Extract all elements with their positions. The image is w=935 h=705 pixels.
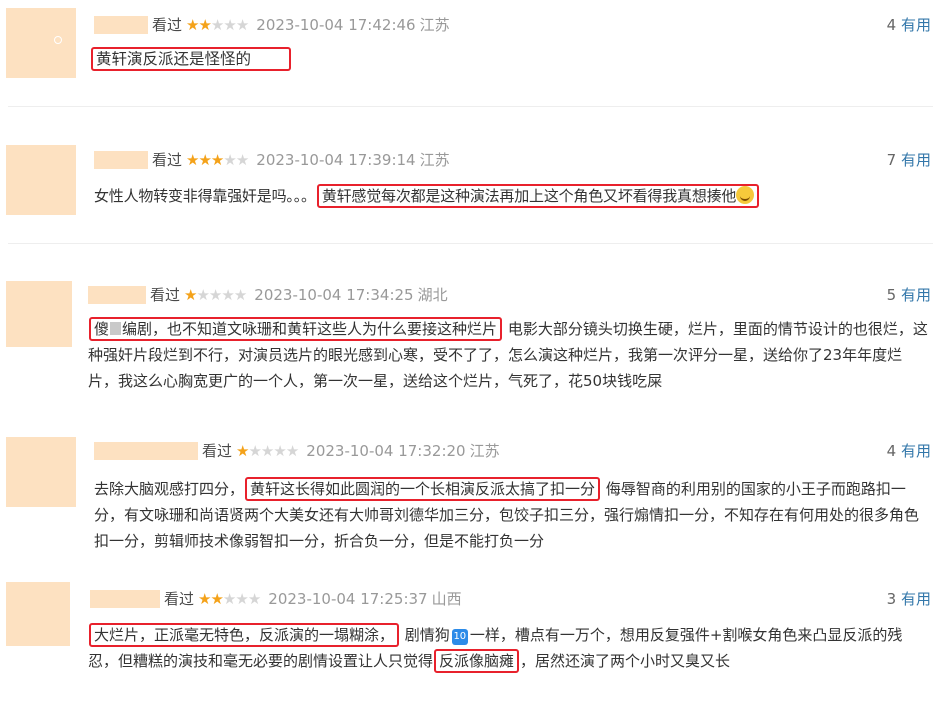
- highlighted-text-a: 傻: [94, 320, 110, 338]
- highlighted-text: 反派像脑瘫: [434, 649, 520, 673]
- watched-label: 看过: [152, 151, 183, 169]
- useful-count: 4: [886, 442, 897, 460]
- star-empty-icon: ★: [221, 286, 234, 304]
- star-empty-icon: ★: [248, 442, 261, 460]
- review-text: 去除大脑观感打四分， 黄轩这长得如此圆润的一个长相演反派太搞了扣一分 侮辱智商的利…: [94, 476, 932, 554]
- star-filled-icon: ★: [198, 151, 211, 169]
- highlighted-text: 傻编剧，也不知道文咏珊和黄轩这些人为什么要接这种烂片: [89, 317, 503, 341]
- star-empty-icon: ★: [196, 286, 209, 304]
- star-filled-icon: ★: [210, 590, 223, 608]
- useful-button[interactable]: 有用: [901, 16, 931, 34]
- useful-vote: 4 有用: [887, 14, 931, 36]
- star-filled-icon: ★: [198, 16, 211, 34]
- review-text-plain: 剧情狗: [404, 626, 450, 644]
- rating-stars: ★ ★ ★ ★ ★: [186, 149, 249, 171]
- watched-label: 看过: [152, 16, 183, 34]
- review-location: 山西: [431, 590, 462, 608]
- username-redacted[interactable]: [90, 590, 160, 608]
- star-empty-icon: ★: [222, 590, 236, 608]
- watched-label: 看过: [202, 442, 233, 460]
- review-text: 大烂片，正派毫无特色，反派演的一塌糊涂， 剧情狗 10 一样，槽点有一万个，想用反复…: [88, 622, 930, 674]
- review-time: 2023-10-04 17:39:14: [256, 151, 416, 169]
- star-empty-icon: ★: [210, 16, 224, 34]
- avatar-dot-icon: [54, 36, 62, 44]
- grinning-sweat-emoji-icon: [736, 186, 755, 204]
- review-location: 湖北: [417, 286, 448, 304]
- star-filled-icon: ★: [186, 16, 199, 34]
- watched-label: 看过: [150, 286, 181, 304]
- review-meta: 看过 ★ ★ ★ ★ ★ 2023-10-04 17:25:37 山西: [90, 588, 462, 610]
- star-empty-icon: ★: [233, 286, 247, 304]
- star-empty-icon: ★: [273, 442, 286, 460]
- avatar[interactable]: [6, 145, 76, 215]
- star-filled-icon: ★: [210, 151, 224, 169]
- useful-count: 5: [886, 286, 897, 304]
- avatar[interactable]: [6, 437, 76, 507]
- highlighted-text: 大烂片，正派毫无特色，反派演的一塌糊涂，: [89, 623, 400, 647]
- review-text-plain: 去除大脑观感打四分，: [94, 480, 245, 498]
- rating-stars: ★ ★ ★ ★ ★: [198, 588, 261, 610]
- useful-vote: 4 有用: [887, 440, 931, 462]
- redaction-mark: [110, 322, 122, 335]
- username-redacted[interactable]: [88, 286, 146, 304]
- review-location: 江苏: [419, 16, 450, 34]
- star-empty-icon: ★: [260, 442, 274, 460]
- star-empty-icon: ★: [235, 151, 249, 169]
- star-empty-icon: ★: [223, 16, 236, 34]
- username-redacted[interactable]: [94, 442, 198, 460]
- useful-button[interactable]: 有用: [901, 442, 931, 460]
- highlighted-text: 黄轩演反派还是怪怪的: [91, 47, 292, 71]
- review-time: 2023-10-04 17:42:46: [256, 16, 416, 34]
- review-text-plain: ，居然还演了两个小时又臭又长: [520, 652, 731, 670]
- review-time: 2023-10-04 17:34:25: [254, 286, 414, 304]
- useful-count: 4: [886, 16, 897, 34]
- star-empty-icon: ★: [208, 286, 222, 304]
- star-empty-icon: ★: [247, 590, 261, 608]
- useful-button[interactable]: 有用: [901, 590, 931, 608]
- star-empty-icon: ★: [235, 16, 249, 34]
- star-filled-icon: ★: [198, 590, 211, 608]
- review-location: 江苏: [419, 151, 450, 169]
- star-empty-icon: ★: [223, 151, 236, 169]
- review-meta: 看过 ★ ★ ★ ★ ★ 2023-10-04 17:39:14 江苏: [94, 149, 450, 171]
- highlighted-text: 黄轩这长得如此圆润的一个长相演反派太搞了扣一分: [245, 477, 601, 501]
- avatar[interactable]: [6, 8, 76, 78]
- useful-count: 3: [886, 590, 897, 608]
- useful-vote: 5 有用: [887, 284, 931, 306]
- divider: [8, 243, 933, 244]
- review-text-plain: 女性人物转变非得靠强奸是吗。。。: [94, 187, 316, 205]
- star-filled-icon: ★: [236, 442, 249, 460]
- review-meta: 看过 ★ ★ ★ ★ ★ 2023-10-04 17:32:20 江苏: [94, 440, 500, 462]
- review-text: 黄轩演反派还是怪怪的: [90, 46, 930, 72]
- highlighted-text-inner: 黄轩感觉每次都是这种演法再加上这个角色又坏看得我真想揍他: [321, 187, 737, 205]
- rating-stars: ★ ★ ★ ★ ★: [184, 284, 247, 306]
- star-filled-icon: ★: [184, 286, 197, 304]
- review-location: 江苏: [469, 442, 500, 460]
- useful-button[interactable]: 有用: [901, 286, 931, 304]
- username-redacted[interactable]: [94, 16, 148, 34]
- username-redacted[interactable]: [94, 151, 148, 169]
- review-meta: 看过 ★ ★ ★ ★ ★ 2023-10-04 17:34:25 湖北: [88, 284, 448, 306]
- highlighted-text-b: 编剧，也不知道文咏珊和黄轩这些人为什么要接这种烂片: [122, 320, 498, 338]
- useful-vote: 3 有用: [887, 588, 931, 610]
- useful-vote: 7 有用: [887, 149, 931, 171]
- useful-count: 7: [886, 151, 897, 169]
- star-filled-icon: ★: [186, 151, 199, 169]
- review-text: 傻编剧，也不知道文咏珊和黄轩这些人为什么要接这种烂片 电影大部分镜头切换生硬，烂…: [88, 316, 930, 394]
- star-empty-icon: ★: [235, 590, 248, 608]
- review-meta: 看过 ★ ★ ★ ★ ★ 2023-10-04 17:42:46 江苏: [94, 14, 450, 36]
- useful-button[interactable]: 有用: [901, 151, 931, 169]
- review-time: 2023-10-04 17:32:20: [306, 442, 466, 460]
- divider: [8, 106, 933, 107]
- review-text: 女性人物转变非得靠强奸是吗。。。 黄轩感觉每次都是这种演法再加上这个角色又坏看得我…: [94, 183, 934, 209]
- star-empty-icon: ★: [285, 442, 299, 460]
- rating-stars: ★ ★ ★ ★ ★: [186, 14, 249, 36]
- highlighted-text: 黄轩感觉每次都是这种演法再加上这个角色又坏看得我真想揍他: [316, 184, 760, 208]
- avatar[interactable]: [6, 582, 70, 646]
- review-time: 2023-10-04 17:25:37: [268, 590, 428, 608]
- avatar[interactable]: [6, 281, 72, 347]
- keycap-10-icon: 10: [451, 629, 468, 645]
- watched-label: 看过: [164, 590, 195, 608]
- rating-stars: ★ ★ ★ ★ ★: [236, 440, 299, 462]
